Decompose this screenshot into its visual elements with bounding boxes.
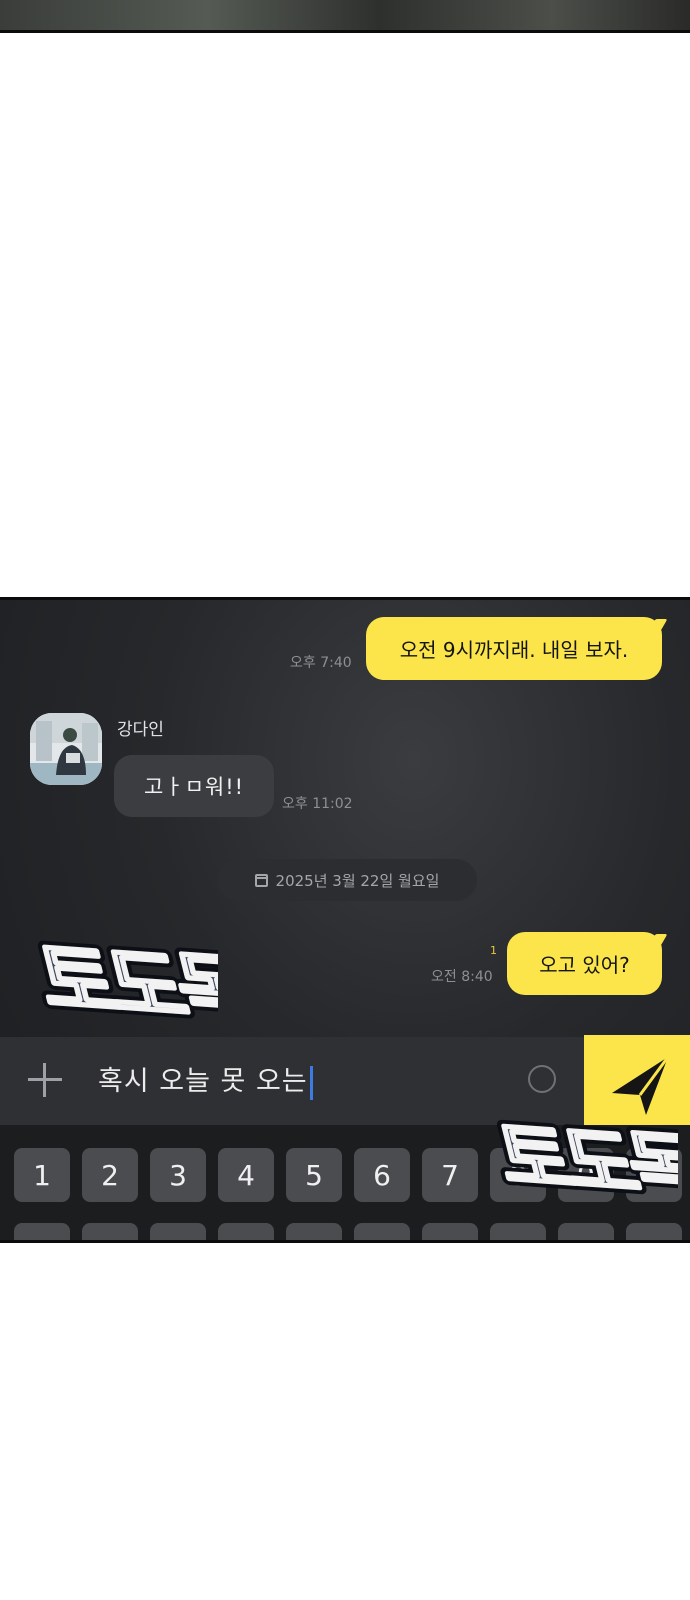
keyboard-key[interactable] <box>422 1223 478 1240</box>
keyboard-key[interactable] <box>558 1223 614 1240</box>
unread-count: 1 <box>490 944 497 957</box>
key-6[interactable]: 6 <box>354 1148 410 1202</box>
chat-screen: 오전 9시까지래. 내일 보자. 오후 7:40 강다인 고ㅏㅁ워!! 오후 1… <box>0 597 690 1243</box>
key-4[interactable]: 4 <box>218 1148 274 1202</box>
keyboard-key[interactable] <box>218 1223 274 1240</box>
keyboard-key[interactable] <box>354 1223 410 1240</box>
input-value: 혹시 오늘 못 오는 <box>98 1066 308 1097</box>
key-2[interactable]: 2 <box>82 1148 138 1202</box>
outgoing-bubble[interactable]: 오고 있어? <box>507 932 662 995</box>
previous-panel-strip <box>0 0 690 33</box>
key-1[interactable]: 1 <box>14 1148 70 1202</box>
keyboard-key[interactable] <box>490 1223 546 1240</box>
sound-effect-text-outline: 토도독 <box>29 934 218 1020</box>
keyboard-key[interactable] <box>626 1223 682 1240</box>
date-divider: 2025년 3월 22일 월요일 <box>217 859 477 901</box>
keyboard-key[interactable] <box>150 1223 206 1240</box>
message-time: 오후 7:40 <box>290 655 352 671</box>
date-divider-label: 2025년 3월 22일 월요일 <box>275 871 440 890</box>
incoming-bubble[interactable]: 고ㅏㅁ워!! <box>114 755 274 817</box>
plus-icon[interactable] <box>28 1063 62 1097</box>
message-text: 고ㅏㅁ워!! <box>143 775 245 799</box>
sound-effect-left: 토도독 토도독 <box>28 928 218 1020</box>
key-7[interactable]: 7 <box>422 1148 478 1202</box>
outgoing-bubble[interactable]: 오전 9시까지래. 내일 보자. <box>366 617 662 680</box>
sender-name: 강다인 <box>117 720 164 740</box>
key-3[interactable]: 3 <box>150 1148 206 1202</box>
message-input[interactable]: 혹시 오늘 못 오는 <box>98 1059 313 1100</box>
keyboard-key[interactable] <box>286 1223 342 1240</box>
avatar[interactable] <box>30 713 102 785</box>
text-caret <box>309 1065 313 1100</box>
sound-effect-right: 토도독 토도독 <box>488 1108 678 1195</box>
sound-effect-text-outline: 토도독 <box>489 1114 678 1195</box>
message-time: 오후 11:02 <box>282 796 353 812</box>
keyboard-key[interactable] <box>14 1223 70 1240</box>
message-text: 오고 있어? <box>539 953 630 977</box>
avatar-photo <box>30 713 102 785</box>
message-text: 오전 9시까지래. 내일 보자. <box>399 638 629 662</box>
message-time: 오전 8:40 <box>431 969 493 985</box>
calendar-icon <box>254 873 268 887</box>
key-5[interactable]: 5 <box>286 1148 342 1202</box>
keyboard-key[interactable] <box>82 1223 138 1240</box>
